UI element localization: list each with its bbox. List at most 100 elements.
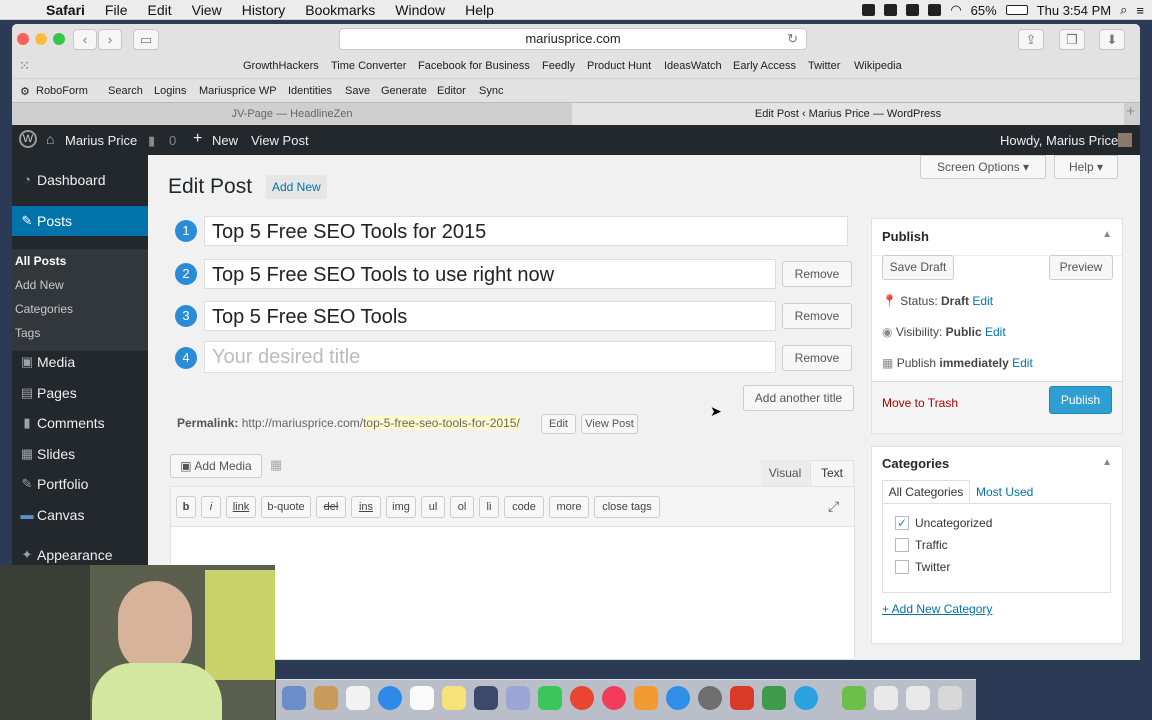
- remove-title-button[interactable]: Remove: [782, 303, 852, 329]
- roboform-save[interactable]: Save: [345, 85, 370, 97]
- wordpress-logo-icon[interactable]: W: [19, 130, 37, 148]
- status-edit-link[interactable]: Edit: [972, 294, 993, 308]
- dock-app-icon[interactable]: [634, 686, 658, 710]
- visibility-edit-link[interactable]: Edit: [985, 325, 1006, 339]
- submenu-tags[interactable]: Tags: [15, 326, 40, 340]
- itunes-icon[interactable]: [602, 686, 626, 710]
- roboform-identities[interactable]: Identities: [288, 85, 332, 97]
- add-media-button[interactable]: ▣ Add Media: [170, 454, 262, 478]
- sidebar-item-pages[interactable]: ▤ Pages: [12, 378, 148, 408]
- qt-more-button[interactable]: more: [549, 496, 589, 518]
- menu-file[interactable]: File: [95, 2, 138, 18]
- qt-ol-button[interactable]: ol: [450, 496, 474, 518]
- sidebar-item-media[interactable]: ▣ Media: [12, 347, 148, 377]
- qt-ins-button[interactable]: ins: [351, 496, 381, 518]
- status-icon[interactable]: [884, 4, 898, 16]
- help-button[interactable]: Help ▾: [1054, 155, 1118, 179]
- title-input-4[interactable]: Your desired title: [204, 341, 776, 373]
- howdy-user[interactable]: Howdy, Marius Price: [1000, 133, 1118, 148]
- close-window-button[interactable]: [17, 33, 29, 45]
- roboform-generate[interactable]: Generate: [381, 85, 427, 97]
- back-button[interactable]: ‹: [73, 29, 97, 50]
- downloads-button[interactable]: ⬇: [1099, 29, 1125, 50]
- fullscreen-icon[interactable]: ⤢: [828, 498, 839, 515]
- sidebar-item-dashboard[interactable]: ◔ Dashboard: [12, 165, 148, 195]
- reload-icon[interactable]: ↻: [787, 29, 798, 49]
- qt-bold-button[interactable]: b: [176, 496, 196, 518]
- app-name[interactable]: Safari: [46, 2, 95, 18]
- sidebar-toggle-button[interactable]: ▭: [133, 29, 159, 50]
- trash-icon[interactable]: [938, 686, 962, 710]
- sidebar-item-slides[interactable]: ▦ Slides: [12, 439, 148, 469]
- add-new-button[interactable]: Add New: [266, 175, 327, 199]
- comments-icon[interactable]: ▮: [148, 133, 155, 149]
- minimize-window-button[interactable]: [35, 33, 47, 45]
- roboform-search[interactable]: Search: [108, 85, 143, 97]
- title-input-1[interactable]: Top 5 Free SEO Tools for 2015: [204, 216, 848, 246]
- submenu-all-posts[interactable]: All Posts: [15, 254, 66, 268]
- favorite-link[interactable]: Time Converter: [331, 60, 406, 72]
- calendar-icon[interactable]: [346, 686, 370, 710]
- favorite-link[interactable]: Feedly: [542, 60, 575, 72]
- battery-percent[interactable]: 65%: [971, 3, 997, 18]
- qt-del-button[interactable]: del: [316, 496, 346, 518]
- add-new-category-link[interactable]: + Add New Category: [882, 602, 992, 616]
- notes-icon[interactable]: [442, 686, 466, 710]
- qt-link-button[interactable]: link: [226, 496, 256, 518]
- submenu-add-new[interactable]: Add New: [15, 278, 64, 292]
- tabs-overview-button[interactable]: ❐: [1059, 29, 1085, 50]
- qt-ul-button[interactable]: ul: [421, 496, 445, 518]
- view-post-link[interactable]: View Post: [251, 133, 309, 148]
- dock-app-icon[interactable]: [874, 686, 898, 710]
- preview-button[interactable]: Preview: [1049, 255, 1113, 280]
- schedule-edit-link[interactable]: Edit: [1012, 356, 1033, 370]
- home-icon[interactable]: ⌂: [46, 131, 54, 147]
- remove-title-button[interactable]: Remove: [782, 345, 852, 371]
- menu-bookmarks[interactable]: Bookmarks: [295, 2, 385, 18]
- menu-window[interactable]: Window: [385, 2, 455, 18]
- favorite-link[interactable]: Product Hunt: [587, 60, 651, 72]
- site-name-link[interactable]: Marius Price: [65, 133, 137, 148]
- permalink-edit-button[interactable]: Edit: [541, 414, 576, 434]
- status-icon[interactable]: [862, 4, 876, 16]
- collapse-arrow-icon[interactable]: ▲: [1102, 457, 1112, 468]
- tab-jv-page[interactable]: JV-Page — HeadlineZen: [12, 103, 572, 125]
- submenu-categories[interactable]: Categories: [15, 302, 73, 316]
- facetime-icon[interactable]: [538, 686, 562, 710]
- sidebar-item-posts[interactable]: ✎ Posts: [12, 206, 148, 236]
- new-icon[interactable]: +: [193, 130, 202, 148]
- category-checkbox-twitter[interactable]: [895, 560, 909, 574]
- menu-edit[interactable]: Edit: [137, 2, 181, 18]
- dock-app-icon[interactable]: [410, 686, 434, 710]
- battery-icon[interactable]: [1005, 5, 1028, 15]
- safari-icon[interactable]: [378, 686, 402, 710]
- zoom-window-button[interactable]: [53, 33, 65, 45]
- remove-title-button[interactable]: Remove: [782, 261, 852, 287]
- status-icon[interactable]: [928, 4, 942, 16]
- roboform-sync[interactable]: Sync: [479, 85, 503, 97]
- qt-li-button[interactable]: li: [479, 496, 499, 518]
- search-icon[interactable]: ⌕: [1120, 2, 1127, 18]
- roboform-bookmark[interactable]: Mariusprice WP: [199, 85, 277, 97]
- dock-app-icon[interactable]: [842, 686, 866, 710]
- status-icon[interactable]: [906, 4, 920, 16]
- forward-button[interactable]: ›: [98, 29, 122, 50]
- qt-code-button[interactable]: code: [504, 496, 544, 518]
- move-to-trash-link[interactable]: Move to Trash: [882, 396, 958, 410]
- title-input-2[interactable]: Top 5 Free SEO Tools to use right now: [204, 259, 776, 289]
- dock-app-icon[interactable]: [314, 686, 338, 710]
- qt-bquote-button[interactable]: b-quote: [261, 496, 311, 518]
- tab-most-used[interactable]: Most Used: [976, 481, 1033, 503]
- qt-italic-button[interactable]: i: [201, 496, 221, 518]
- save-draft-button[interactable]: Save Draft: [882, 255, 954, 280]
- comments-count[interactable]: 0: [169, 133, 176, 148]
- favorite-link[interactable]: IdeasWatch: [664, 60, 722, 72]
- favorite-link[interactable]: Facebook for Business: [418, 60, 530, 72]
- view-post-button[interactable]: View Post: [581, 414, 638, 434]
- sidebar-item-portfolio[interactable]: ✎ Portfolio: [12, 469, 148, 499]
- dock-app-icon[interactable]: [906, 686, 930, 710]
- tab-text[interactable]: Text: [810, 460, 854, 486]
- collapse-arrow-icon[interactable]: ▲: [1102, 229, 1112, 240]
- favorite-link[interactable]: Twitter: [808, 60, 840, 72]
- tab-edit-post[interactable]: Edit Post ‹ Marius Price — WordPress: [572, 103, 1124, 125]
